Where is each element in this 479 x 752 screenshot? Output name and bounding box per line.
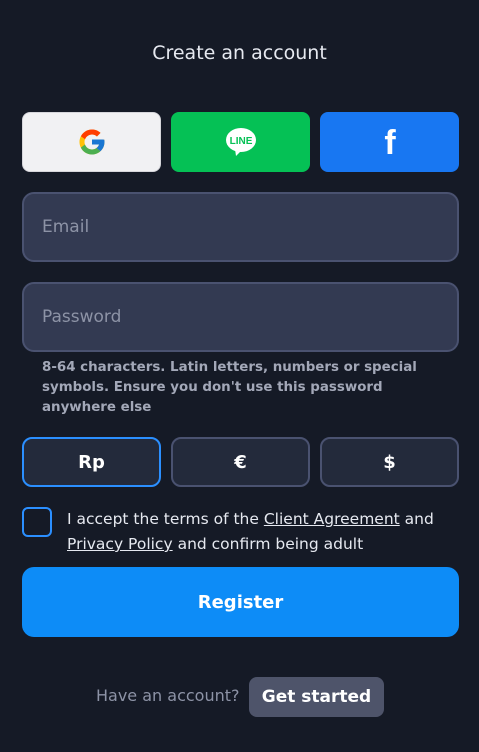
line-icon-text: LINE xyxy=(229,136,252,147)
terms-checkbox[interactable] xyxy=(22,507,52,537)
get-started-button[interactable]: Get started xyxy=(249,677,384,717)
register-button[interactable]: Register xyxy=(22,567,459,637)
email-field[interactable] xyxy=(42,217,439,237)
client-agreement-link[interactable]: Client Agreement xyxy=(264,510,400,528)
terms-prefix: I accept the terms of the xyxy=(67,510,264,528)
password-field-container xyxy=(22,282,459,352)
email-field-container xyxy=(22,192,459,262)
line-icon: LINE xyxy=(225,128,256,156)
facebook-icon-text: f xyxy=(384,125,396,159)
password-hint: 8-64 characters. Latin letters, numbers … xyxy=(42,360,417,415)
password-field[interactable] xyxy=(42,307,439,327)
social-login-row: LINE f xyxy=(22,112,459,172)
have-account-text: Have an account? xyxy=(96,686,240,705)
currency-selector: Rp € $ xyxy=(22,437,459,487)
google-icon xyxy=(79,129,104,155)
terms-suffix: and confirm being adult xyxy=(172,535,364,553)
google-login-button[interactable] xyxy=(22,112,161,172)
terms-text: I accept the terms of the Client Agreeme… xyxy=(67,507,462,557)
line-login-button[interactable]: LINE xyxy=(171,112,310,172)
currency-eur-button[interactable]: € xyxy=(171,437,310,487)
privacy-policy-link[interactable]: Privacy Policy xyxy=(67,535,173,553)
facebook-icon: f xyxy=(384,125,396,159)
terms-middle: and xyxy=(399,510,434,528)
page-title: Create an account xyxy=(152,42,327,64)
currency-usd-button[interactable]: $ xyxy=(320,437,459,487)
currency-rp-button[interactable]: Rp xyxy=(22,437,161,487)
facebook-login-button[interactable]: f xyxy=(320,112,459,172)
